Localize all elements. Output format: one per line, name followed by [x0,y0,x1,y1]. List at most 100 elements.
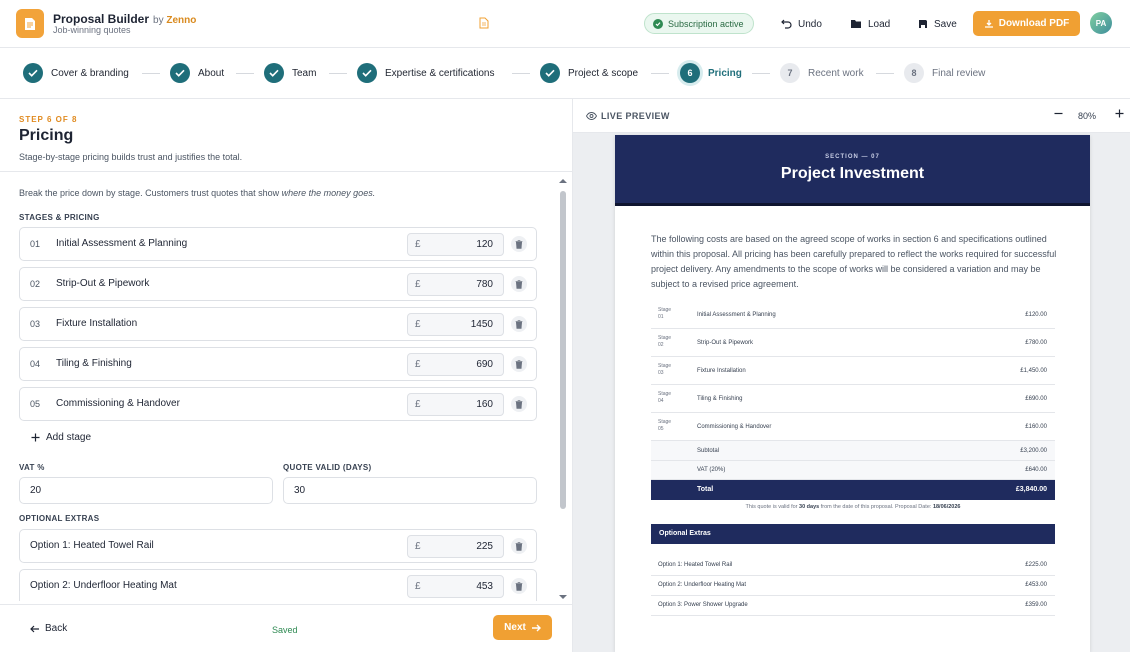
step-expertise[interactable]: Expertise & certifications [357,63,495,83]
scrollbar-thumb[interactable] [560,191,566,509]
subscription-badge: Subscription active [644,13,754,34]
stage-name-field[interactable]: Tiling & Finishing [56,358,132,369]
extra-price-input[interactable]: £453 [407,575,504,598]
extra-row: Option 1: Heated Towel Rail £225 [19,529,537,563]
trash-icon [515,359,523,369]
vat-label: VAT % [19,463,45,472]
section-label: SECTION — 07 [825,154,880,160]
stage-name-field[interactable]: Fixture Installation [56,318,137,329]
step-project-scope[interactable]: Project & scope [540,63,638,83]
stage-amount: £690.00 [1025,396,1047,402]
step-final-review[interactable]: 8 Final review [904,63,985,83]
stage-price-input[interactable]: £1450 [407,313,504,336]
stage-name: Fixture Installation [697,368,746,374]
zoom-out-button[interactable] [1054,109,1063,120]
step-label: Team [292,67,317,79]
delete-extra-button[interactable] [511,538,527,554]
stage-price-input[interactable]: £780 [407,273,504,296]
stage-name-field[interactable]: Strip-Out & Pipework [56,278,149,289]
validity-note: This quote is valid for 30 days from the… [745,504,961,510]
divider [0,171,572,172]
subscription-status-text: Subscription active [668,18,744,29]
download-label: Download PDF [998,18,1070,29]
arrow-right-icon [531,624,541,631]
file-status-icon[interactable] [479,17,489,29]
delete-extra-button[interactable] [511,578,527,594]
scroll-down-icon[interactable] [556,593,570,601]
table-row: Stage 03 Fixture Installation £1,450.00 [651,357,1055,385]
price-value: 780 [476,279,493,290]
table-row: Stage 02 Strip-Out & Pipework £780.00 [651,329,1055,357]
stage-tag: Stage 05 [658,419,672,432]
save-button[interactable]: Save [918,14,957,34]
total-label: Total [697,486,714,493]
next-button[interactable]: Next [493,615,552,640]
table-row: Stage 05 Commissioning & Handover £160.00 [651,413,1055,441]
delete-stage-button[interactable] [511,276,527,292]
step-check-icon [170,63,190,83]
stage-name: Commissioning & Handover [697,424,772,430]
stage-number: 05 [30,399,41,409]
delete-stage-button[interactable] [511,236,527,252]
subtotal-label: Subtotal [697,448,720,454]
eye-icon [586,112,597,120]
delete-stage-button[interactable] [511,396,527,412]
currency-symbol: £ [415,319,421,330]
progress-stepper: Cover & branding About Team Expertise & … [0,48,1130,99]
extra-name-field[interactable]: Option 1: Heated Towel Rail [30,540,154,551]
next-label: Next [504,622,526,633]
trash-icon [515,541,523,551]
stage-tag: Stage 03 [658,363,672,376]
step-about[interactable]: About [170,63,224,83]
stage-name-field[interactable]: Commissioning & Handover [56,398,180,409]
stage-amount: £780.00 [1025,340,1047,346]
vat-input[interactable]: 20 [19,477,273,504]
back-button[interactable]: Back [30,623,67,634]
extra-row: Option 1: Heated Towel Rail £225.00 [651,556,1055,576]
scroll-up-icon[interactable] [556,177,570,185]
extra-price-input[interactable]: £225 [407,535,504,558]
step-pricing[interactable]: 6 Pricing [680,63,742,83]
intro-emphasis: where the money goes. [281,188,376,198]
zoom-in-button[interactable] [1115,109,1124,120]
delete-stage-button[interactable] [511,316,527,332]
add-stage-button[interactable]: Add stage [31,432,91,443]
stage-price-input[interactable]: £690 [407,353,504,376]
form-scrollbar[interactable] [556,177,570,601]
load-button[interactable]: Load [850,14,890,34]
quote-valid-input[interactable]: 30 [283,477,537,504]
undo-button[interactable]: Undo [781,14,822,34]
plus-icon [31,433,40,442]
stage-name: Initial Assessment & Planning [697,312,776,318]
step-recent-work[interactable]: 7 Recent work [780,63,864,83]
top-header: Proposal Builder by Zenno Job-winning quo… [0,0,1130,48]
stage-amount: £120.00 [1025,312,1047,318]
app-title: Proposal Builder by Zenno [53,12,197,26]
step-connector [236,73,254,74]
table-row: Stage 04 Tiling & Finishing £690.00 [651,385,1055,413]
extra-row: Option 2: Underfloor Heating Mat £453 [19,569,537,601]
step-check-icon [264,63,284,83]
download-pdf-button[interactable]: Download PDF [973,11,1080,36]
extra-name-field[interactable]: Option 2: Underfloor Heating Mat [30,580,177,591]
stage-row: 04 Tiling & Finishing £690 [19,347,537,381]
stage-name-field[interactable]: Initial Assessment & Planning [56,238,187,249]
step-team[interactable]: Team [264,63,316,83]
stage-amount: £1,450.00 [1020,368,1047,374]
step-cover-branding[interactable]: Cover & branding [23,63,129,83]
brand-name: Zenno [166,15,197,26]
subtotal-row: Subtotal £3,200.00 [651,441,1055,461]
page-title: Pricing [19,127,74,144]
user-avatar[interactable]: PA [1090,12,1112,34]
step-connector [876,73,894,74]
vat-row: VAT (20%) £640.00 [651,461,1055,480]
delete-stage-button[interactable] [511,356,527,372]
extra-row: Option 2: Underfloor Heating Mat £453.00 [651,576,1055,596]
pricing-paragraph: The following costs are based on the agr… [651,234,1057,289]
document-icon [25,17,35,30]
stage-price-input[interactable]: £120 [407,233,504,256]
stage-price-input[interactable]: £160 [407,393,504,416]
vat-row-label: VAT (20%) [697,467,726,473]
live-preview-pane: LIVE PREVIEW 80% SECTION — 07 Project In… [573,99,1130,652]
currency-symbol: £ [415,399,421,410]
